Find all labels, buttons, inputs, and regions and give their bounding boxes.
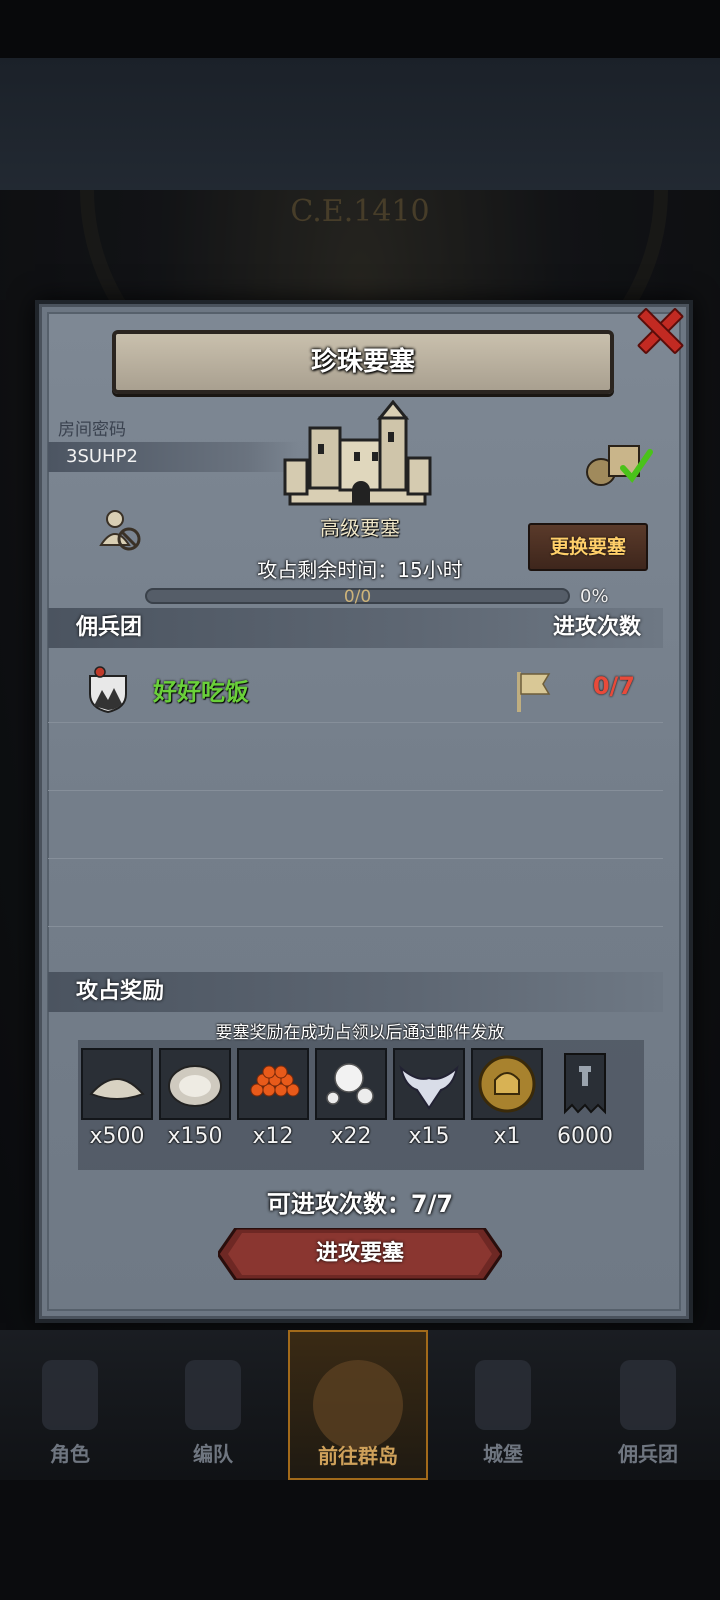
island-compass-icon [313, 1360, 403, 1450]
room-code-label: 房间密码 [58, 420, 126, 440]
flour-pile-icon [89, 1078, 145, 1100]
room-code-value: 3SUHP2 [48, 442, 298, 472]
reward-section-title: 攻占奖励 [76, 979, 165, 1004]
attack-fortress-button[interactable]: 进攻要塞 [216, 1226, 504, 1282]
empty-mercenary-row [48, 790, 663, 859]
capture-progress-percent: 0% [580, 586, 609, 607]
top-status-bar [0, 0, 720, 190]
tab-mercenary[interactable]: 佣兵团 [578, 1330, 718, 1480]
castle-icon [475, 1360, 531, 1430]
close-icon[interactable] [632, 302, 684, 354]
pearls-icon [326, 1063, 374, 1105]
oyster-icon [168, 1065, 222, 1107]
knight-coin-icon [478, 1055, 536, 1113]
winged-emblem-icon [399, 1065, 459, 1110]
tab-label: 编队 [193, 1442, 233, 1466]
tab-islands[interactable]: 前往群岛 [288, 1330, 428, 1480]
reward-qty: x12 [252, 1124, 294, 1149]
capture-time-remaining: 攻占剩余时间：15小时 [257, 558, 463, 582]
reward-section-header: 攻占奖励 [48, 972, 663, 1012]
reward-qty: x150 [167, 1124, 223, 1149]
bottom-tab-bar: 角色 编队 前往群岛 城堡 佣兵团 [0, 1330, 720, 1480]
reward-item[interactable]: x150 [159, 1048, 231, 1149]
tab-label: 佣兵团 [618, 1442, 678, 1466]
tab-character[interactable]: 角色 [0, 1330, 140, 1480]
dialog-title: 珍珠要塞 [112, 330, 614, 394]
reward-qty: x22 [330, 1124, 372, 1149]
reward-qty: x1 [493, 1124, 521, 1149]
mercenary-name: 好好吃饭 [153, 678, 249, 706]
no-user-icon[interactable] [97, 507, 143, 553]
fortress-icon [283, 400, 432, 506]
roe-icon [250, 1065, 300, 1097]
reward-item[interactable]: x12 [237, 1048, 309, 1149]
banner-icon [564, 1053, 606, 1115]
reward-item[interactable]: x15 [393, 1048, 465, 1149]
empty-mercenary-row [48, 858, 663, 927]
attack-fortress-label: 进攻要塞 [315, 1241, 404, 1266]
flag-icon [517, 672, 551, 712]
reward-item[interactable]: 6000 [549, 1048, 621, 1149]
attack-count-column-label: 进攻次数 [552, 615, 641, 640]
system-navigation-area [0, 1480, 720, 1600]
mercenary-attack-count: 0/7 [592, 672, 635, 700]
reward-qty: x500 [89, 1124, 145, 1149]
knight-icon [42, 1360, 98, 1430]
capture-progress-bar: 0/0 [145, 587, 570, 607]
goods-check-icon[interactable] [585, 438, 655, 488]
reward-qty: x15 [408, 1124, 450, 1149]
guild-shield-icon [89, 666, 127, 714]
mercenary-icon [620, 1360, 676, 1430]
tab-label: 前往群岛 [318, 1444, 398, 1468]
mercenary-section-header: 佣兵团 进攻次数 [48, 608, 663, 648]
reward-item[interactable]: x1 [471, 1048, 543, 1149]
tab-castle[interactable]: 城堡 [433, 1330, 573, 1480]
capture-progress-text: 0/0 [343, 587, 372, 607]
tab-label: 城堡 [483, 1442, 523, 1466]
reward-qty: 6000 [557, 1124, 613, 1149]
reward-list: x500 x150 x12 x22 x15 x1 6000 [78, 1040, 644, 1170]
mercenary-row[interactable]: 好好吃饭 0/7 [48, 660, 663, 723]
mercenary-column-label: 佣兵团 [76, 615, 143, 640]
helmet-icon [185, 1360, 241, 1430]
available-attack-count: 可进攻次数：7/7 [266, 1190, 454, 1218]
reward-item[interactable]: x22 [315, 1048, 387, 1149]
empty-mercenary-row [48, 722, 663, 791]
reward-item[interactable]: x500 [81, 1048, 153, 1149]
tab-formation[interactable]: 编队 [143, 1330, 283, 1480]
tab-label: 角色 [50, 1442, 90, 1466]
